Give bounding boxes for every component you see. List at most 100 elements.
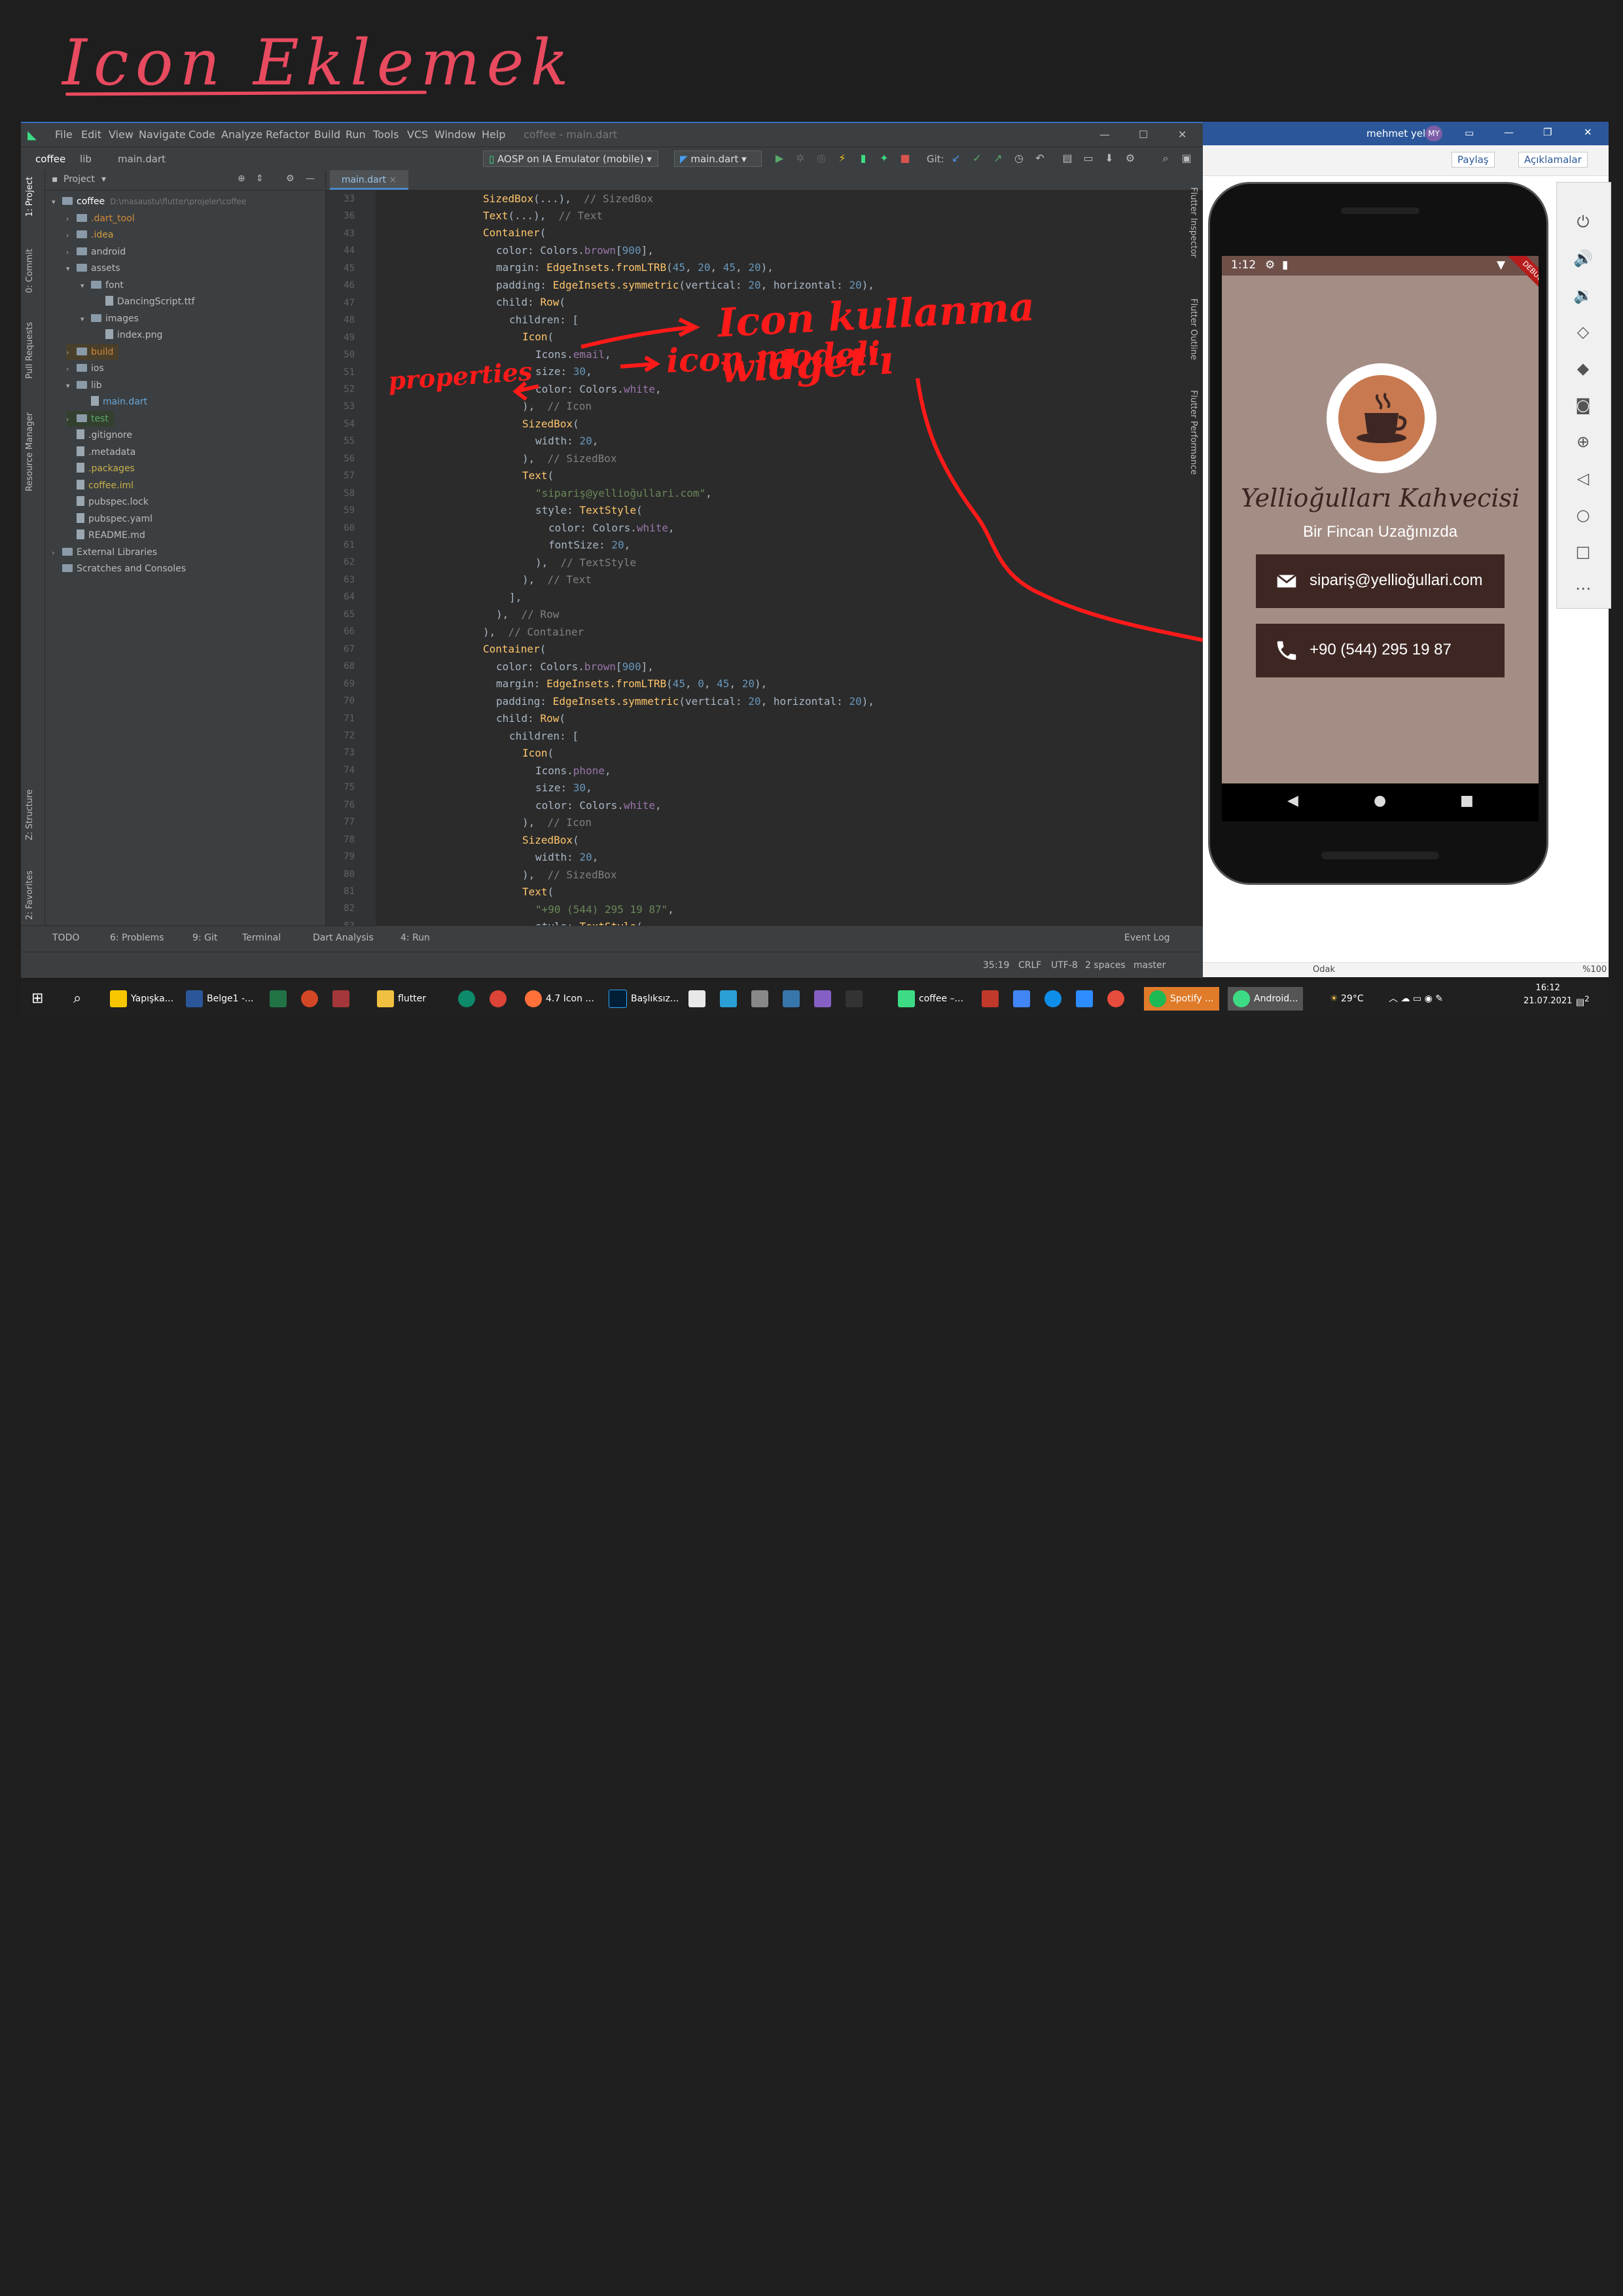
tool-tab-flutter-performance[interactable]: Flutter Performance <box>1188 390 1198 475</box>
taskbar-app-3[interactable] <box>720 987 741 1011</box>
taskbar-app-photoshop[interactable]: Başlıksız... <box>609 987 679 1011</box>
cursor-position[interactable]: 35:19 <box>983 960 1009 971</box>
nav-recents-icon[interactable]: ■ <box>1460 793 1474 809</box>
email-card[interactable]: sipariş@yellioğullari.com <box>1256 554 1505 608</box>
word-status-bar: Odak %100 <box>1203 962 1609 977</box>
taskbar-app-6[interactable] <box>846 987 866 1011</box>
tool-tab-git[interactable]: 9: Git <box>192 933 217 943</box>
app-icon <box>982 990 999 1007</box>
ide-window: ◣ File Edit View Navigate Code Analyze R… <box>21 122 1203 978</box>
sticky-notes-icon <box>110 990 127 1007</box>
taskbar-acrobat[interactable] <box>688 987 709 1011</box>
back-icon[interactable]: ◁ <box>1570 465 1596 492</box>
spotify-icon <box>1149 990 1166 1007</box>
tool-tab-run[interactable]: 4: Run <box>401 933 430 943</box>
tool-tab-todo[interactable]: TODO <box>52 933 79 943</box>
close-icon[interactable]: ✕ <box>1584 126 1592 138</box>
notifications-icon[interactable]: ▤2 <box>1576 987 1590 1011</box>
taskbar-app-explorer[interactable]: flutter <box>377 987 426 1011</box>
taskbar-app-4[interactable] <box>751 987 772 1011</box>
taskbar-recorder[interactable] <box>1107 987 1128 1011</box>
weather-icon: ☀ <box>1330 994 1338 1004</box>
coffee-cup-icon <box>1338 375 1425 461</box>
taskbar-edge[interactable] <box>458 987 479 1011</box>
comments-button[interactable]: Açıklamalar <box>1518 152 1588 168</box>
rotate-left-icon[interactable]: ◇ <box>1570 319 1596 345</box>
python-icon <box>783 990 800 1007</box>
weather[interactable]: ☀ 29°C <box>1330 987 1364 1011</box>
app-icon <box>1013 990 1030 1007</box>
system-tray-icons[interactable]: ︿ ☁ ▭ ◉ ✎ <box>1389 987 1443 1011</box>
nav-back-icon[interactable]: ◀ <box>1287 793 1298 809</box>
focus-mode[interactable]: Odak <box>1313 965 1335 975</box>
zoom-level[interactable]: %100 <box>1582 965 1607 975</box>
avatar[interactable]: MY <box>1425 126 1442 141</box>
rotate-right-icon[interactable]: ◆ <box>1570 355 1596 382</box>
taskbar-excel[interactable] <box>270 987 291 1011</box>
phone-card[interactable]: +90 (544) 295 19 87 <box>1256 624 1505 677</box>
line-separator[interactable]: CRLF <box>1018 960 1041 971</box>
tool-tab-problems[interactable]: 6: Problems <box>110 933 164 943</box>
ribbon-display-icon[interactable]: ▭ <box>1465 127 1474 139</box>
status-bar: 35:19 CRLF UTF-8 2 spaces master <box>21 952 1203 978</box>
record-icon <box>1107 990 1124 1007</box>
taskbar-zoom[interactable] <box>1076 987 1097 1011</box>
zoom-icon[interactable]: ⊕ <box>1570 429 1596 455</box>
access-icon <box>332 990 349 1007</box>
taskbar-access[interactable] <box>332 987 353 1011</box>
taskbar-app-android-emulator[interactable]: Android... <box>1228 987 1304 1011</box>
nav-home-icon[interactable]: ● <box>1374 793 1386 809</box>
taskbar-app-android-studio[interactable]: coffee –... <box>898 987 963 1011</box>
search-icon[interactable]: ⌕ <box>73 987 81 1011</box>
more-icon[interactable]: ⋯ <box>1570 575 1596 601</box>
indent-setting[interactable]: 2 spaces <box>1085 960 1126 971</box>
taskbar-app-8[interactable] <box>1013 987 1034 1011</box>
phone-text: +90 (544) 295 19 87 <box>1310 641 1452 658</box>
taskbar-app-sticky-notes[interactable]: Yapışka... <box>110 987 173 1011</box>
file-encoding[interactable]: UTF-8 <box>1051 960 1078 971</box>
visual-studio-icon <box>814 990 831 1007</box>
power-icon[interactable]: ⏻ <box>1570 209 1596 235</box>
tool-tab-flutter-outline[interactable]: Flutter Outline <box>1188 298 1198 360</box>
phone-nav-bar: ◀ ● ■ <box>1222 783 1539 821</box>
app-icon <box>720 990 737 1007</box>
taskbar-chrome[interactable] <box>490 987 510 1011</box>
volume-up-icon[interactable]: 🔊 <box>1570 245 1596 272</box>
terminal-icon <box>846 990 863 1007</box>
taskbar-visual-studio[interactable] <box>814 987 835 1011</box>
windows-start-icon[interactable]: ⊞ <box>31 987 43 1011</box>
taskbar-app-5[interactable] <box>783 987 804 1011</box>
overview-icon[interactable]: □ <box>1570 539 1596 565</box>
acrobat-icon <box>688 990 705 1007</box>
tool-tab-dart-analysis[interactable]: Dart Analysis <box>313 933 374 943</box>
taskbar-teamviewer[interactable] <box>1044 987 1065 1011</box>
taskbar-app-firefox[interactable]: 4.7 Icon ... <box>525 987 594 1011</box>
email-text: sipariş@yellioğullari.com <box>1310 571 1483 589</box>
volume-down-icon[interactable]: 🔉 <box>1570 282 1596 308</box>
word-ribbon: Paylaş Açıklamalar <box>1203 145 1609 176</box>
phone-time: 1:12 <box>1231 259 1257 272</box>
shop-title: Yellioğulları Kahvecisi <box>1240 484 1520 512</box>
git-branch[interactable]: master <box>1133 960 1166 971</box>
home-icon[interactable]: ○ <box>1570 502 1596 528</box>
tool-tab-event-log[interactable]: Event Log <box>1124 933 1170 943</box>
camera-icon[interactable]: ◙ <box>1570 392 1596 418</box>
tool-tab-terminal[interactable]: Terminal <box>242 933 281 943</box>
phone-screen: 1:12 ⚙ ▮ ▼ ▮ DEBUG Yellioğulları Kahveci… <box>1222 256 1539 821</box>
taskbar-app-word[interactable]: Belge1 -... <box>186 987 253 1011</box>
tool-tab-flutter-inspector[interactable]: Flutter Inspector <box>1188 187 1198 258</box>
right-tool-strip: Flutter Inspector Flutter Outline Flutte… <box>1188 187 1202 501</box>
folder-icon <box>377 990 394 1007</box>
share-button[interactable]: Paylaş <box>1452 152 1495 168</box>
user-name: mehmet yel <box>1366 128 1426 139</box>
bottom-speaker <box>1321 852 1439 859</box>
clock[interactable]: 16:12 21.07.2021 <box>1524 982 1572 1006</box>
restore-icon[interactable]: ❐ <box>1543 126 1552 138</box>
taskbar-app-spotify[interactable]: Spotify ... <box>1144 987 1219 1011</box>
bottom-tool-tabs: TODO 6: Problems 9: Git Terminal Dart An… <box>21 925 1203 952</box>
emulator-icon <box>1233 990 1250 1007</box>
taskbar-app-7[interactable] <box>982 987 1003 1011</box>
minimize-icon[interactable]: — <box>1504 126 1514 138</box>
phone-emulator: 1:12 ⚙ ▮ ▼ ▮ DEBUG Yellioğulları Kahveci… <box>1208 182 1548 885</box>
taskbar-powerpoint[interactable] <box>301 987 322 1011</box>
